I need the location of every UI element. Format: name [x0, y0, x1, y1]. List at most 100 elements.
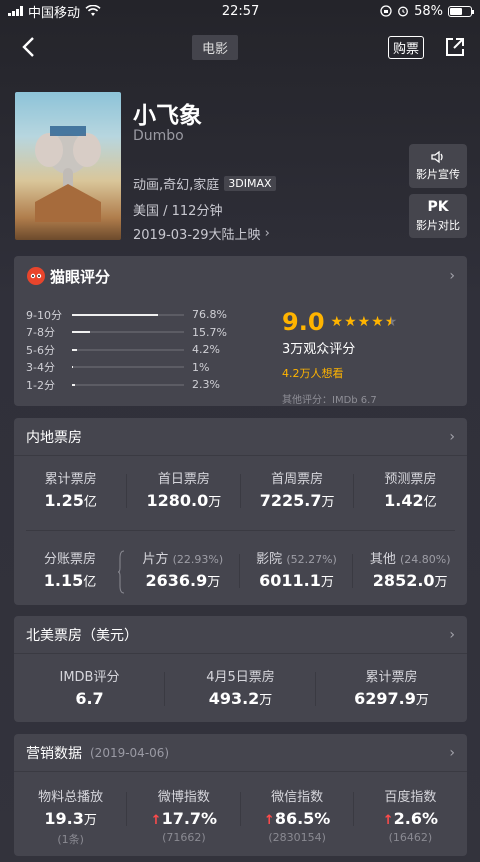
nav-title: 电影: [191, 34, 238, 60]
star-rating: ★ ★ ★ ★ ★: [331, 314, 398, 330]
distribution-bar-fill: [72, 313, 159, 316]
rating-distribution-row: 3-4分 1%: [26, 359, 256, 377]
stat-percent: (22.93%): [172, 553, 224, 566]
stat-label: 物料总播放: [38, 790, 104, 805]
star-icon: ★: [344, 314, 357, 330]
stat-cell: 首周票房 7225.7万: [241, 468, 354, 530]
stat-value: 1280.0: [146, 491, 209, 510]
compare-button[interactable]: PK 影片对比: [409, 194, 467, 238]
rating-distribution-row: 5-6分 4.2%: [26, 341, 256, 359]
stat-unit: 万: [321, 495, 335, 510]
stat-cell: 累计票房 1.25亿: [14, 468, 128, 530]
rating-distribution-row: 9-10分 76.8%: [26, 306, 256, 324]
alarm-icon: [398, 6, 409, 17]
stat-label: 累计票房: [44, 472, 97, 487]
distribution-bar-fill: [72, 348, 77, 351]
stat-percent: (52.27%): [286, 553, 337, 566]
rating-distribution-row: 7-8分 15.7%: [26, 324, 256, 342]
stat-label: 首日票房: [157, 472, 210, 487]
stat-value: 17.7%: [161, 809, 218, 828]
release-date[interactable]: 2019-03-29大陆上映 ›: [133, 224, 270, 243]
back-button[interactable]: [14, 33, 42, 61]
distribution-bar: [72, 313, 184, 316]
domestic-row-2: 分账票房 1.15亿 片方 (22.93%) 2636.9万 影院 (52.27…: [14, 531, 467, 594]
stat-value: 6011.1: [259, 571, 321, 590]
stat-sub: (1条): [57, 833, 84, 846]
stat-value: 2.6%: [393, 809, 439, 828]
stat-cell: 微博指数 ↑17.7% (71662): [127, 786, 241, 847]
stat-cell: 预测票房 1.42亿: [354, 468, 467, 530]
distribution-percent: 76.8%: [192, 308, 227, 322]
stat-sub: (2830154): [268, 831, 326, 844]
cat-eye-icon: [27, 267, 45, 285]
arrow-up-icon: ↑: [150, 813, 162, 828]
split-box-office: 分账票房 1.15亿: [14, 548, 126, 594]
marketing-data-card[interactable]: 营销数据 (2019-04-06) › 物料总播放 19.3万 (1条) 微博指…: [14, 734, 467, 856]
rating-card[interactable]: 猫眼评分 › 9-10分 76.8% 7-8分 15.7% 5-6分 4.2% 3-4分 1%…: [14, 256, 467, 406]
battery-icon: [447, 5, 474, 17]
want-to-see: 4.2万人想看: [282, 367, 344, 380]
domestic-box-office-card[interactable]: 内地票房 › 累计票房 1.25亿 首日票房 1280.0万 首周票房 7225…: [14, 418, 467, 605]
north-america-box-office-card[interactable]: 北美票房（美元） › IMDB评分 6.7 4月5日票房 493.2万 累计票房…: [14, 616, 467, 722]
stat-unit: 万: [207, 575, 221, 590]
stat-percent: (24.80%): [399, 553, 451, 566]
distribution-bar: [72, 383, 184, 386]
stat-value: 86.5%: [274, 809, 331, 828]
stat-value: 19.3: [44, 809, 84, 828]
distribution-percent: 1%: [192, 360, 210, 374]
promo-label: 影片宣传: [416, 168, 460, 181]
rating-distribution-row: 1-2分 2.3%: [26, 376, 256, 394]
stat-sub: (16462): [388, 831, 433, 844]
stat-label: 百度指数: [384, 790, 437, 805]
chevron-right-icon: ›: [449, 744, 455, 761]
rating-count: 3万观众评分: [282, 342, 356, 357]
stat-unit: 万: [415, 693, 429, 708]
country-duration: 美国 / 112分钟: [133, 204, 223, 219]
stat-cell: 物料总播放 19.3万 (1条): [14, 786, 128, 847]
distribution-bar: [72, 348, 184, 351]
compare-label: 影片对比: [416, 219, 460, 232]
stat-label: 片方: [142, 552, 169, 567]
share-icon[interactable]: [444, 36, 466, 58]
signal-icon: [8, 6, 23, 16]
rotation-lock-icon: [380, 5, 392, 17]
stat-sub: (71662): [162, 831, 206, 844]
distribution-bar-fill: [72, 383, 75, 386]
arrow-up-icon: ↑: [382, 813, 394, 828]
other-ratings: 其他评分：IMDb 6.7: [282, 395, 377, 406]
stat-label: 微信指数: [271, 790, 324, 805]
distribution-percent: 4.2%: [192, 343, 220, 357]
chevron-right-icon: ›: [264, 226, 270, 241]
stat-label: 其他: [369, 552, 396, 567]
speaker-icon: [431, 150, 443, 164]
buy-ticket-button[interactable]: 购票: [387, 35, 424, 59]
star-icon: ★: [371, 314, 384, 330]
distribution-bar: [72, 366, 184, 369]
star-icon: ★: [330, 314, 344, 330]
stat-label: 分账票房: [43, 552, 96, 567]
stat-unit: 万: [259, 693, 273, 708]
movie-english-title: Dumbo: [133, 128, 184, 144]
stat-value: 1.25: [44, 491, 84, 510]
stat-label: IMDB评分: [59, 670, 120, 685]
star-icon: ★: [357, 314, 371, 330]
stat-cell: 4月5日票房 493.2万: [165, 666, 316, 708]
movie-poster[interactable]: [15, 92, 121, 240]
stat-label: 4月5日票房: [206, 670, 275, 685]
rating-title: 猫眼评分: [50, 267, 111, 286]
na-title: 北美票房（美元）: [26, 627, 138, 644]
distribution-bar-fill: [72, 331, 90, 334]
chevron-right-icon: ›: [449, 626, 455, 643]
movie-genre: 动画,奇幻,家庭 3DIMAX: [133, 174, 276, 193]
stat-unit: 亿: [423, 495, 437, 510]
distribution-label: 1-2分: [26, 378, 55, 392]
distribution-label: 7-8分: [26, 326, 55, 340]
domestic-row-1: 累计票房 1.25亿 首日票房 1280.0万 首周票房 7225.7万 预测票…: [14, 456, 467, 530]
promo-button[interactable]: 影片宣传: [409, 144, 467, 188]
stat-cell: 百度指数 ↑2.6% (16462): [354, 786, 467, 847]
movie-title: 小飞象: [133, 103, 202, 129]
marketing-title: 营销数据: [26, 745, 82, 762]
stat-cell: 累计票房 6297.9万: [316, 666, 467, 708]
distribution-label: 3-4分: [26, 361, 55, 375]
rating-score: 9.0: [282, 308, 325, 336]
